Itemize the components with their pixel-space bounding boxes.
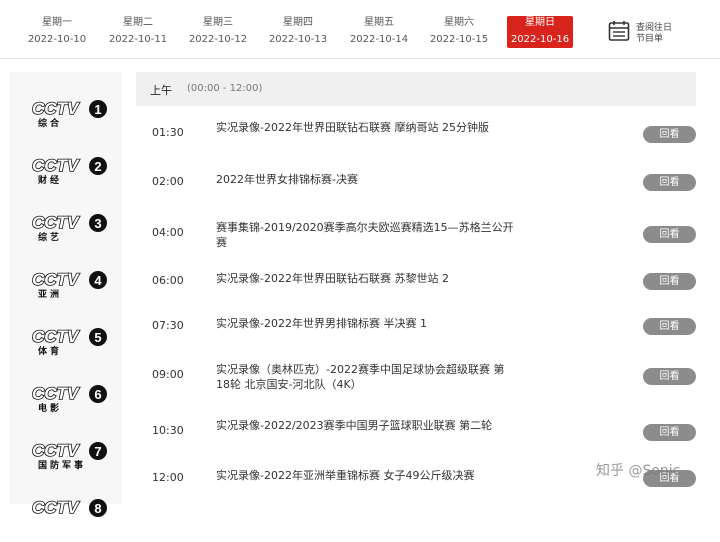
program-time: 07:30 bbox=[152, 319, 184, 332]
logo-text: CCTV bbox=[32, 498, 80, 517]
weekday-label: 星期四 bbox=[283, 17, 313, 28]
channel-cctv1[interactable]: CCTV 1 综合 bbox=[10, 86, 122, 143]
weekday-label: 星期六 bbox=[444, 17, 474, 28]
watermark: 知乎 @Sonic bbox=[596, 463, 681, 479]
date-bar: 星期一 2022-10-10 星期二 2022-10-11 星期三 2022-1… bbox=[0, 0, 720, 59]
date-tab-mon[interactable]: 星期一 2022-10-10 bbox=[17, 16, 97, 48]
program-row: 10:30 实况录像-2022/2023赛季中国男子篮球职业联赛 第二轮 回看 bbox=[136, 418, 696, 452]
program-row: 09:00 实况录像（奥林匹克）-2022赛季中国足球协会超级联赛 第18轮 北京… bbox=[136, 362, 696, 396]
channel-list: CCTV 1 综合 CCTV 2 财经 CCTV 3 综艺 CCTV 4 亚洲 CCTV 5 体育 CCTV 6… bbox=[10, 72, 122, 518]
date-tab-tue[interactable]: 星期二 2022-10-11 bbox=[98, 16, 178, 48]
program-row: 02:00 2022年世界女排锦标赛-决赛 回看 bbox=[136, 172, 696, 192]
channel-subtitle: 财经 bbox=[38, 176, 63, 186]
program-time: 04:00 bbox=[152, 226, 184, 239]
date-tab-wed[interactable]: 星期三 2022-10-12 bbox=[178, 16, 258, 48]
history-label-line2: 节目单 bbox=[636, 34, 664, 44]
program-time: 09:00 bbox=[152, 368, 184, 381]
history-schedule-link[interactable]: 查阅往日 节目单 bbox=[608, 20, 718, 50]
channel-subtitle: 亚洲 bbox=[38, 290, 63, 300]
logo-number: 8 bbox=[94, 501, 101, 516]
program-title: 实况录像-2022年世界田联钻石联赛 苏黎世站 2 bbox=[216, 272, 449, 285]
period-name: 上午 bbox=[150, 84, 172, 97]
period-range: (00:00 - 12:00) bbox=[187, 83, 263, 94]
date-label: 2022-10-14 bbox=[349, 34, 409, 45]
logo-number: 2 bbox=[94, 159, 101, 174]
channel-cctv4[interactable]: CCTV 4 亚洲 bbox=[10, 257, 122, 314]
replay-button[interactable]: 回看 bbox=[643, 174, 696, 191]
program-time: 10:30 bbox=[152, 424, 184, 437]
weekday-label: 星期日 bbox=[525, 17, 555, 28]
replay-button[interactable]: 回看 bbox=[643, 126, 696, 143]
replay-button[interactable]: 回看 bbox=[643, 273, 696, 290]
logo-number: 1 bbox=[94, 102, 101, 117]
channel-cctv6[interactable]: CCTV 6 电影 bbox=[10, 371, 122, 428]
channel-subtitle: 体育 bbox=[38, 347, 63, 357]
channel-cctv3[interactable]: CCTV 3 综艺 bbox=[10, 200, 122, 257]
date-label: 2022-10-12 bbox=[188, 34, 248, 45]
logo-number: 7 bbox=[94, 444, 101, 459]
replay-button[interactable]: 回看 bbox=[643, 424, 696, 441]
history-label-line1: 查阅往日 bbox=[636, 23, 673, 33]
channel-subtitle: 国防军事 bbox=[38, 461, 87, 471]
date-label: 2022-10-16 bbox=[510, 34, 570, 45]
channel-cctv8[interactable]: CCTV 8 bbox=[10, 485, 122, 542]
logo-number: 3 bbox=[94, 216, 101, 231]
channel-cctv2[interactable]: CCTV 2 财经 bbox=[10, 143, 122, 200]
replay-button[interactable]: 回看 bbox=[643, 368, 696, 385]
program-time: 12:00 bbox=[152, 471, 184, 484]
program-row: 01:30 实况录像-2022年世界田联钻石联赛 摩纳哥站 25分钟版 回看 bbox=[136, 120, 696, 154]
date-label: 2022-10-11 bbox=[108, 34, 168, 45]
date-tab-fri[interactable]: 星期五 2022-10-14 bbox=[339, 16, 419, 48]
program-title: 赛事集锦-2019/2020赛季高尔夫欧巡赛精选15—苏格兰公开赛 bbox=[216, 221, 514, 249]
channel-cctv7[interactable]: CCTV 7 国防军事 bbox=[10, 428, 122, 485]
channel-subtitle: 综艺 bbox=[38, 233, 63, 243]
weekday-label: 星期一 bbox=[42, 17, 72, 28]
date-label: 2022-10-13 bbox=[268, 34, 328, 45]
logo-number: 5 bbox=[94, 330, 101, 345]
period-header: 上午 (00:00 - 12:00) bbox=[136, 72, 696, 106]
program-title: 实况录像-2022/2023赛季中国男子篮球职业联赛 第二轮 bbox=[216, 419, 493, 432]
weekday-label: 星期三 bbox=[203, 17, 233, 28]
program-time: 02:00 bbox=[152, 175, 184, 188]
channel-subtitle: 电影 bbox=[38, 404, 63, 414]
program-row: 06:00 实况录像-2022年世界田联钻石联赛 苏黎世站 2 回看 bbox=[136, 271, 696, 291]
program-title: 实况录像-2022年世界男排锦标赛 半决赛 1 bbox=[216, 317, 427, 330]
channel-cctv5[interactable]: CCTV 5 体育 bbox=[10, 314, 122, 371]
program-title: 2022年世界女排锦标赛-决赛 bbox=[216, 173, 358, 186]
date-label: 2022-10-15 bbox=[429, 34, 489, 45]
program-schedule: 上午 (00:00 - 12:00) 01:30 实况录像-2022年世界田联钻石… bbox=[136, 72, 712, 504]
program-title: 实况录像-2022年亚洲举重锦标赛 女子49公斤级决赛 bbox=[216, 469, 475, 482]
program-time: 01:30 bbox=[152, 126, 184, 139]
date-tab-sat[interactable]: 星期六 2022-10-15 bbox=[419, 16, 499, 48]
date-label: 2022-10-10 bbox=[27, 34, 87, 45]
program-title: 实况录像-2022年世界田联钻石联赛 摩纳哥站 25分钟版 bbox=[216, 121, 489, 134]
date-tab-thu[interactable]: 星期四 2022-10-13 bbox=[258, 16, 338, 48]
channel-subtitle: 综合 bbox=[38, 119, 63, 129]
weekday-label: 星期五 bbox=[364, 17, 394, 28]
program-title: 实况录像（奥林匹克）-2022赛季中国足球协会超级联赛 第18轮 北京国安-河北… bbox=[216, 363, 505, 391]
weekday-label: 星期二 bbox=[123, 17, 153, 28]
cctv-logo-icon: CCTV 8 bbox=[32, 497, 107, 518]
calendar-icon bbox=[608, 21, 630, 41]
history-label: 查阅往日 节目单 bbox=[636, 23, 672, 45]
program-time: 06:00 bbox=[152, 274, 184, 287]
logo-number: 4 bbox=[94, 273, 102, 288]
replay-button[interactable]: 回看 bbox=[643, 318, 696, 335]
program-row: 04:00 赛事集锦-2019/2020赛季高尔夫欧巡赛精选15—苏格兰公开赛 回看 bbox=[136, 220, 696, 254]
program-row: 07:30 实况录像-2022年世界男排锦标赛 半决赛 1 回看 bbox=[136, 316, 696, 336]
logo-number: 6 bbox=[94, 387, 101, 402]
replay-button[interactable]: 回看 bbox=[643, 226, 696, 243]
date-tab-sun[interactable]: 星期日 2022-10-16 bbox=[507, 16, 573, 48]
